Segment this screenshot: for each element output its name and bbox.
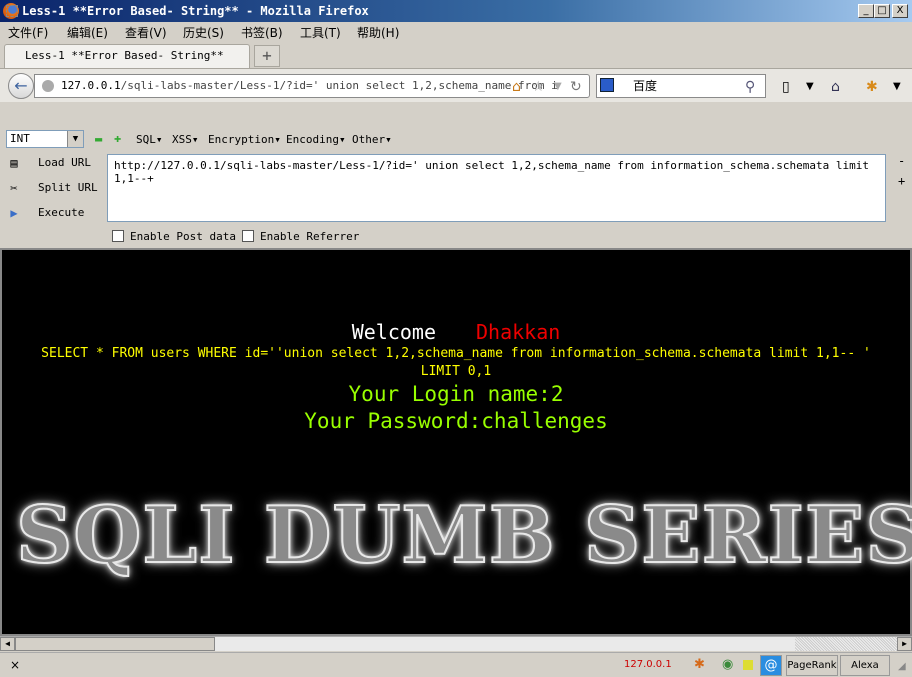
menu-xss[interactable]: XSS▾ xyxy=(172,133,199,146)
url-host: 127.0.0.1 xyxy=(61,79,121,92)
search-engine-label: 百度 xyxy=(633,79,658,93)
enable-post-label: Enable Post data xyxy=(130,230,236,243)
hackbar-url-textarea[interactable]: http://127.0.0.1/sqli-labs-master/Less-1… xyxy=(107,154,886,222)
ip-address[interactable]: 127.0.0.1 xyxy=(624,659,672,670)
resize-grip-icon[interactable]: ◢ xyxy=(898,661,906,672)
at-icon[interactable]: @ xyxy=(760,655,782,676)
status-bar: × 127.0.0.1 ✱ ◉ @ PageRank Alexa ◢ xyxy=(0,652,912,677)
baidu-paw-icon[interactable] xyxy=(600,78,614,92)
enable-referrer-label: Enable Referrer xyxy=(260,230,360,243)
scroll-right-icon[interactable]: ▶ xyxy=(897,637,912,651)
url-input[interactable]: 127.0.0.1/sqli-labs-master/Less-1/?id=' … xyxy=(34,74,590,98)
load-url-label: Load URL xyxy=(38,156,91,169)
menu-encryption[interactable]: Encryption▾ xyxy=(208,133,281,146)
search-icon[interactable]: ⚲ xyxy=(745,79,755,95)
chevron-down-icon: ▼ xyxy=(67,131,83,147)
sqli-dumb-series-banner: SQLI DUMB SERIES xyxy=(15,489,912,582)
globe-icon xyxy=(42,80,54,92)
hackbar-type-select[interactable]: INT ▼ xyxy=(6,130,84,148)
tab-label: Less-1 **Error Based- String** xyxy=(25,49,224,62)
select-value: INT xyxy=(10,132,30,145)
enable-referrer-checkbox[interactable] xyxy=(242,230,254,242)
close-addon-bar-icon[interactable]: × xyxy=(10,658,20,672)
home-icon[interactable]: ⌂ xyxy=(512,79,521,95)
menu-help[interactable]: 帮助(H) xyxy=(357,24,399,41)
globe-icon[interactable]: ◉ xyxy=(722,657,733,672)
addon-icon[interactable]: ✱ xyxy=(866,79,878,95)
p-icon[interactable] xyxy=(743,660,753,670)
title-bar: Less-1 **Error Based- String** - Mozilla… xyxy=(0,0,912,22)
reload-icon[interactable]: ↻ xyxy=(570,79,582,95)
menu-bookmarks[interactable]: 书签(B) xyxy=(241,24,283,41)
page-content: Welcome Dhakkan SELECT * FROM users WHERE… xyxy=(0,248,912,636)
page-icon xyxy=(6,5,18,17)
back-button[interactable]: ← xyxy=(8,73,34,99)
play-icon: ▶ xyxy=(10,206,18,220)
back-arrow-icon: ← xyxy=(14,76,28,95)
horizontal-scrollbar[interactable]: ◀ ▶ xyxy=(0,636,912,651)
login-name: Your Login name:2 xyxy=(348,382,564,406)
scroll-left-icon[interactable]: ◀ xyxy=(0,637,15,651)
close-button[interactable]: X xyxy=(892,4,908,18)
dropdown-icon[interactable]: ▼ xyxy=(806,81,814,92)
scroll-track xyxy=(795,637,897,651)
increase-icon[interactable]: ✚ xyxy=(114,131,121,145)
scroll-thumb[interactable] xyxy=(15,637,215,651)
load-icon: ▤ xyxy=(10,156,18,170)
user-name: Dhakkan xyxy=(476,320,561,344)
home-icon[interactable]: ⌂ xyxy=(831,79,840,95)
bookmark-star-icon[interactable]: ☆ xyxy=(532,79,545,95)
menu-history[interactable]: 历史(S) xyxy=(183,24,224,41)
menu-encoding[interactable]: Encoding▾ xyxy=(286,133,346,146)
pagerank-button[interactable]: PageRank xyxy=(786,655,838,676)
url-path: /sqli-labs-master/Less-1/?id=' union sel… xyxy=(120,79,558,92)
execute-label: Execute xyxy=(38,206,85,219)
maximize-button[interactable]: □ xyxy=(874,4,890,18)
firebug-icon[interactable]: ✱ xyxy=(694,657,705,672)
shrink-button[interactable]: - xyxy=(898,154,905,168)
split-url-label: Split URL xyxy=(38,181,98,194)
dropdown-icon[interactable]: ▼ xyxy=(893,81,901,92)
tab-less-1[interactable]: Less-1 **Error Based- String** xyxy=(4,44,250,68)
page-icon[interactable]: ▯ xyxy=(782,79,790,95)
menu-tools[interactable]: 工具(T) xyxy=(300,24,341,41)
new-tab-button[interactable]: + xyxy=(254,45,280,67)
minimize-button[interactable]: _ xyxy=(858,4,874,18)
menu-file[interactable]: 文件(F) xyxy=(8,24,48,41)
menu-edit[interactable]: 编辑(E) xyxy=(67,24,108,41)
sql-query-line: SELECT * FROM users WHERE id=''union sel… xyxy=(41,346,871,361)
menu-sql[interactable]: SQL▾ xyxy=(136,133,163,146)
decrease-icon[interactable]: ▬ xyxy=(95,132,102,146)
menu-other[interactable]: Other▾ xyxy=(352,133,392,146)
alexa-button[interactable]: Alexa xyxy=(840,655,890,676)
dropdown-icon[interactable]: ▼ xyxy=(554,81,562,92)
navigation-bar: ← 127.0.0.1/sqli-labs-master/Less-1/?id=… xyxy=(0,68,912,102)
scissors-icon: ✂ xyxy=(10,181,18,195)
welcome-text: Welcome xyxy=(351,320,436,344)
sql-query-limit: LIMIT 0,1 xyxy=(420,364,492,379)
menu-bar: 文件(F) 编辑(E) 查看(V) 历史(S) 书签(B) 工具(T) 帮助(H… xyxy=(0,22,912,42)
enable-post-checkbox[interactable] xyxy=(112,230,124,242)
search-input[interactable]: 百度 xyxy=(596,74,766,98)
password: Your Password:challenges xyxy=(304,409,608,433)
expand-button[interactable]: + xyxy=(898,174,905,188)
menu-view[interactable]: 查看(V) xyxy=(125,24,167,41)
